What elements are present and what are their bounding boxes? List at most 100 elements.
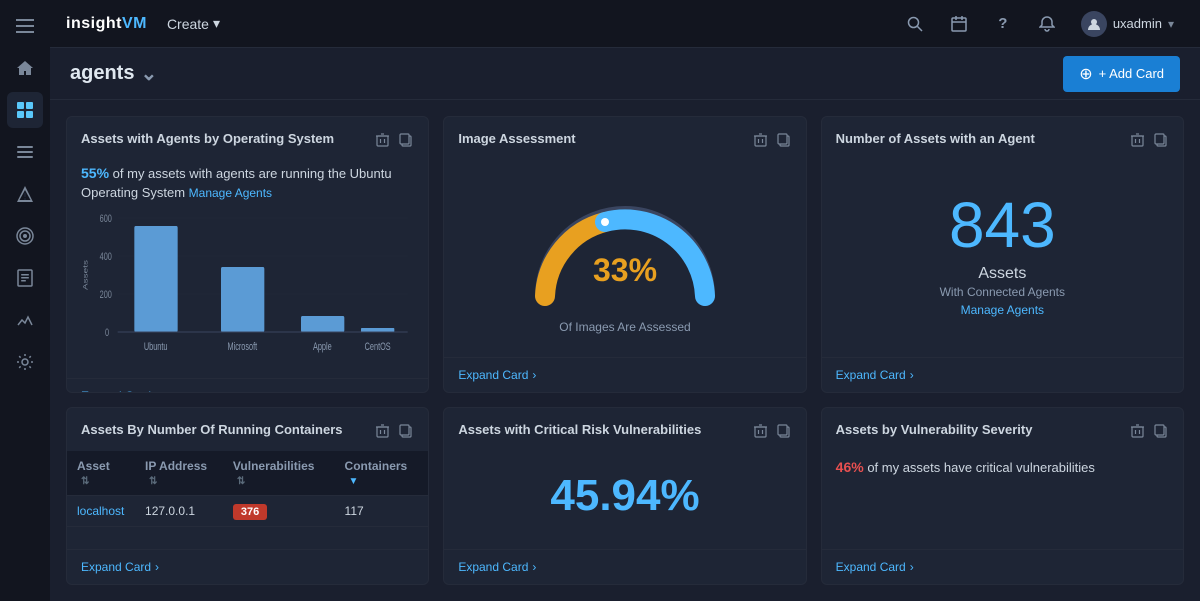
page-title-text: agents	[70, 62, 134, 85]
sort-icon: ⇅	[237, 476, 245, 487]
delete-card-button[interactable]	[1129, 422, 1146, 443]
delete-card-button[interactable]	[1129, 131, 1146, 152]
card-title: Assets with Agents by Operating System	[81, 131, 374, 148]
sidebar-item-reports[interactable]	[7, 260, 43, 296]
add-icon: ⊕	[1079, 64, 1092, 84]
calendar-button[interactable]	[939, 4, 979, 44]
vuln-text: of my assets have critical vulnerabiliti…	[867, 460, 1095, 475]
expand-chevron-icon: ›	[532, 560, 536, 574]
sidebar-item-goals[interactable]	[7, 302, 43, 338]
containers-cell: 117	[335, 496, 429, 527]
copy-card-button[interactable]	[1152, 422, 1169, 443]
manage-agents-link[interactable]: Manage Agents	[189, 186, 272, 200]
expand-card-button[interactable]: Expand Card ›	[81, 389, 414, 393]
sidebar-item-dashboard[interactable]	[7, 92, 43, 128]
create-label: Create	[167, 16, 209, 32]
card-vuln-severity: Assets by Vulnerability Severity 46% of …	[821, 407, 1184, 585]
expand-card-label: Expand Card	[81, 389, 151, 393]
expand-card-label: Expand Card	[458, 368, 528, 382]
card-body: Asset ⇅ IP Address ⇅ Vulnerabilities ⇅	[67, 451, 428, 541]
cards-grid: Assets with Agents by Operating System 5…	[50, 100, 1200, 601]
card-footer: Expand Card ›	[822, 357, 1183, 392]
copy-card-button[interactable]	[397, 131, 414, 152]
expand-card-button[interactable]: Expand Card ›	[81, 560, 414, 574]
col-asset[interactable]: Asset ⇅	[67, 451, 135, 496]
col-vuln[interactable]: Vulnerabilities ⇅	[223, 451, 335, 496]
sidebar-item-targets[interactable]	[7, 218, 43, 254]
copy-card-button[interactable]	[1152, 131, 1169, 152]
expand-card-button[interactable]: Expand Card ›	[836, 560, 1169, 574]
card-actions	[374, 422, 414, 443]
sidebar	[0, 0, 50, 601]
delete-card-button[interactable]	[374, 422, 391, 443]
card-critical-risk: Assets with Critical Risk Vulnerabilitie…	[443, 407, 806, 585]
sidebar-item-assets[interactable]	[7, 134, 43, 170]
svg-text:400: 400	[100, 250, 112, 262]
card-header: Number of Assets with an Agent	[822, 117, 1183, 160]
card-title: Assets with Critical Risk Vulnerabilitie…	[458, 422, 751, 439]
card-actions	[752, 131, 792, 152]
card-body: 45.94%	[444, 451, 805, 541]
user-chevron-icon: ▾	[1168, 17, 1174, 31]
card-footer: Expand Card ›	[822, 549, 1183, 584]
delete-card-button[interactable]	[752, 131, 769, 152]
vuln-pct: 46%	[836, 459, 864, 475]
card-body: 55% of my assets with agents are running…	[67, 160, 428, 370]
ip-cell: 127.0.0.1	[135, 496, 223, 527]
card-footer: Expand Card ›	[67, 549, 428, 584]
copy-card-button[interactable]	[775, 422, 792, 443]
page-title: agents ⌄	[70, 61, 157, 86]
expand-card-label: Expand Card	[836, 560, 906, 574]
card-title: Assets By Number Of Running Containers	[81, 422, 374, 439]
svg-text:600: 600	[100, 212, 112, 224]
containers-table: Asset ⇅ IP Address ⇅ Vulnerabilities ⇅	[67, 451, 428, 527]
sidebar-item-settings[interactable]	[7, 344, 43, 380]
svg-text:CentOS: CentOS	[365, 340, 391, 352]
expand-card-button[interactable]: Expand Card ›	[458, 368, 791, 382]
big-number-sublabel: With Connected Agents	[940, 285, 1065, 299]
sort-icon: ⇅	[149, 476, 157, 487]
card-actions	[374, 131, 414, 152]
sort-desc-icon: ▼	[349, 476, 359, 487]
add-card-button[interactable]: ⊕ + Add Card	[1063, 56, 1180, 92]
page-title-chevron-icon[interactable]: ⌄	[140, 61, 157, 86]
help-button[interactable]: ?	[983, 4, 1023, 44]
copy-card-button[interactable]	[397, 422, 414, 443]
col-containers[interactable]: Containers ▼	[335, 451, 429, 496]
user-menu[interactable]: uxadmin ▾	[1071, 7, 1184, 41]
expand-chevron-icon: ›	[155, 560, 159, 574]
notifications-button[interactable]	[1027, 4, 1067, 44]
card-header: Assets with Critical Risk Vulnerabilitie…	[444, 408, 805, 451]
svg-text:Ubuntu: Ubuntu	[144, 340, 168, 352]
expand-card-button[interactable]: Expand Card ›	[458, 560, 791, 574]
manage-agents-link[interactable]: Manage Agents	[961, 303, 1044, 317]
copy-card-button[interactable]	[775, 131, 792, 152]
expand-card-label: Expand Card	[458, 560, 528, 574]
card-footer: Expand Card ›	[444, 549, 805, 584]
delete-card-button[interactable]	[374, 131, 391, 152]
create-button[interactable]: Create ▾	[167, 15, 220, 32]
summary-pct: 55%	[81, 165, 109, 181]
app-logo: insightVM	[66, 15, 147, 33]
asset-link[interactable]: localhost	[77, 504, 124, 518]
col-containers-label: Containers	[345, 459, 408, 473]
card-image-assessment: Image Assessment	[443, 116, 806, 393]
main-content: insightVM Create ▾ ? uxadmin ▾	[50, 0, 1200, 601]
col-vuln-label: Vulnerabilities	[233, 459, 315, 473]
user-avatar	[1081, 11, 1107, 37]
topnav-actions: ? uxadmin ▾	[895, 4, 1184, 44]
sidebar-menu-icon[interactable]	[7, 8, 43, 44]
card-body: 843 Assets With Connected Agents Manage …	[822, 160, 1183, 349]
sidebar-item-home[interactable]	[7, 50, 43, 86]
card-footer: Expand Card ›	[444, 357, 805, 392]
search-button[interactable]	[895, 4, 935, 44]
delete-card-button[interactable]	[752, 422, 769, 443]
col-asset-label: Asset	[77, 459, 110, 473]
col-ip[interactable]: IP Address ⇅	[135, 451, 223, 496]
card-title: Assets by Vulnerability Severity	[836, 422, 1129, 439]
sidebar-item-vulnerabilities[interactable]	[7, 176, 43, 212]
card-assets-with-agent: Number of Assets with an Agent 843 Asset…	[821, 116, 1184, 393]
card-actions	[1129, 422, 1169, 443]
asset-cell: localhost	[67, 496, 135, 527]
expand-card-button[interactable]: Expand Card ›	[836, 368, 1169, 382]
